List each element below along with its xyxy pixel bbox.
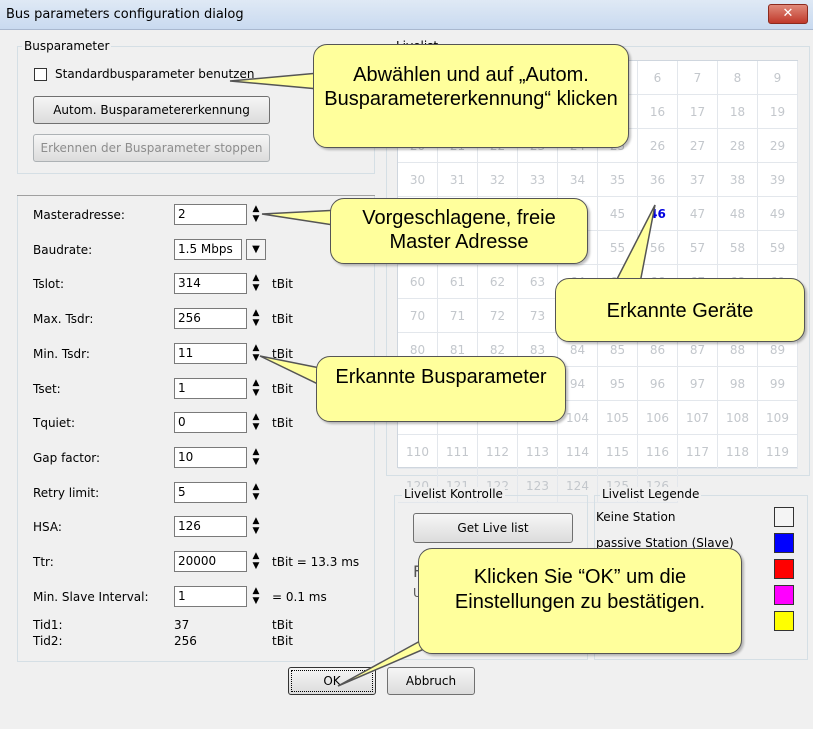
- callout-master-address: Vorgeschlagene, freie Master Adresse: [330, 198, 588, 264]
- callout-ok: Klicken Sie “OK” um die Einstellungen zu…: [418, 548, 742, 654]
- callout-detected-busparameter: Erkannte Busparameter: [316, 356, 566, 422]
- callout-pointer-master: [261, 209, 341, 227]
- callout-autom: Abwählen und auf „Autom. Busparametererk…: [313, 44, 629, 148]
- callout-pointer-busparam: [259, 355, 321, 387]
- callout-pointer-devices: [613, 204, 656, 284]
- callout-detected-devices: Erkannte Geräte: [555, 278, 805, 342]
